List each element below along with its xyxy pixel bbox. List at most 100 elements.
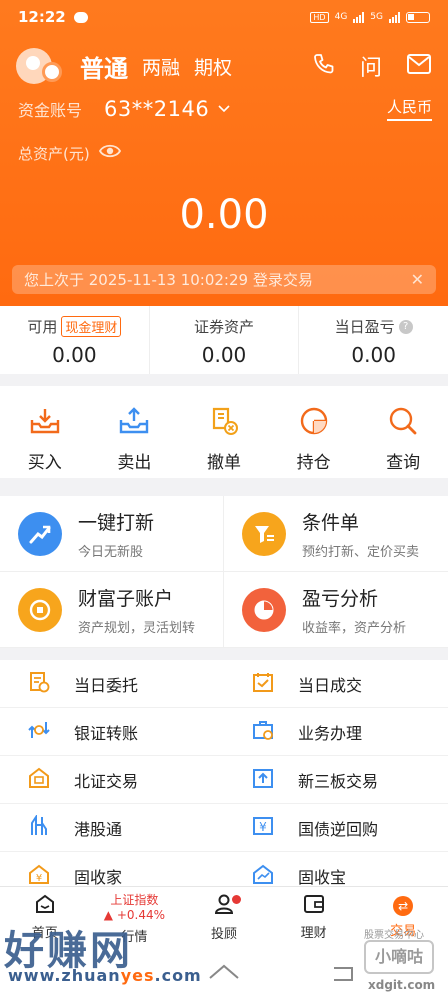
neeq-trade-item[interactable]: 新三板交易 (224, 756, 448, 804)
daily-orders-item[interactable]: 当日委托 (0, 660, 224, 708)
asset-summary: 可用 现金理财 0.00 证券资产 0.00 当日盈亏 ? 0.00 (0, 306, 448, 374)
phone-icon[interactable] (312, 52, 336, 80)
status-time: 12:22 (18, 8, 66, 26)
account-type-options[interactable]: 期权 (194, 53, 232, 80)
wealth-subaccount-title: 财富子账户 (78, 587, 174, 610)
account-header: 12:22 HD 4G 5G 普通 两融 期权 问 资金账号 63**2146 … (0, 0, 448, 306)
business-icon (252, 719, 274, 745)
available-funds[interactable]: 可用 现金理财 0.00 (0, 306, 150, 374)
watermark-url-left: www.zhuanyes.com (8, 966, 202, 985)
close-icon[interactable]: ✕ (411, 270, 424, 289)
account-label: 资金账号 (18, 100, 83, 120)
reverse-repo-item[interactable]: ¥ 国债逆回购 (224, 804, 448, 852)
pl-analysis-subtitle: 收益率，资产分析 (302, 620, 407, 636)
buy-button[interactable]: 买入 (0, 386, 90, 478)
fixed-income-treasure-item[interactable]: 固收宝 (224, 852, 448, 886)
search-icon (387, 406, 419, 440)
eye-icon[interactable] (98, 142, 122, 164)
hk-connect-icon (28, 813, 50, 841)
buy-icon (29, 406, 61, 440)
neeq-trade-icon (252, 767, 274, 793)
daily-pl-label: 当日盈亏 (334, 318, 395, 336)
system-home-icon[interactable] (208, 962, 240, 986)
notification-dot (231, 895, 241, 904)
sell-icon (118, 406, 150, 440)
ipo-title: 一键打新 (78, 511, 155, 534)
account-type-margin[interactable]: 两融 (142, 53, 180, 80)
home-icon (34, 894, 56, 918)
daily-orders-icon (28, 671, 50, 697)
pl-analysis-title: 盈亏分析 (302, 587, 379, 610)
trade-icon: ⇄ (393, 896, 414, 916)
battery-icon (406, 11, 430, 23)
business-item[interactable]: 业务办理 (224, 708, 448, 756)
hk-connect-item[interactable]: 港股通 (0, 804, 224, 852)
last-login-notice: 您上次于 2025-11-13 10:02:29 登录交易 ✕ (12, 265, 436, 294)
watermark-url-right: xdgit.com (368, 978, 436, 992)
daily-deals-icon (252, 671, 274, 697)
securities-value: 0.00 (201, 343, 247, 367)
fixed-income-home-item[interactable]: ¥ 固收家 (0, 852, 224, 886)
wealth-subaccount-subtitle: 资产规划，灵活划转 (78, 620, 196, 636)
daily-profit-loss[interactable]: 当日盈亏 ? 0.00 (299, 306, 448, 374)
position-icon (298, 406, 330, 440)
pl-analysis-card[interactable]: 盈亏分析 收益率，资产分析 (224, 572, 448, 648)
fixed-income-treasure-icon (252, 863, 274, 887)
condition-icon (242, 511, 286, 556)
condition-order-card[interactable]: 条件单 预约打新、定价买卖 (224, 496, 448, 572)
account-type-normal[interactable]: 普通 (80, 49, 128, 84)
ipo-card[interactable]: 一键打新 今日无新股 (0, 496, 224, 572)
query-button[interactable]: 查询 (358, 386, 448, 478)
position-button[interactable]: 持仓 (269, 386, 359, 478)
ask-button[interactable]: 问 (360, 50, 382, 82)
cash-management-tag[interactable]: 现金理财 (61, 316, 122, 337)
condition-order-subtitle: 预约打新、定价买卖 (302, 544, 420, 560)
help-icon[interactable]: ? (398, 319, 413, 334)
message-notification-icon (73, 11, 88, 23)
quick-actions: 买入 卖出 撤单 持仓 查询 (0, 386, 448, 478)
fixed-income-home-icon: ¥ (28, 863, 50, 887)
signal2-icon (389, 11, 400, 23)
hd-badge: HD (310, 11, 329, 23)
nav-advisor[interactable]: 投顾 (179, 887, 269, 948)
cancel-order-icon (208, 406, 240, 440)
status-indicators: HD 4G 5G (310, 11, 430, 23)
bank-transfer-icon (28, 719, 50, 745)
condition-order-title: 条件单 (302, 511, 360, 534)
cancel-order-button[interactable]: 撤单 (179, 386, 269, 478)
wealth-subaccount-card[interactable]: 财富子账户 资产规划，灵活划转 (0, 572, 224, 648)
available-value: 0.00 (52, 343, 97, 367)
daily-pl-value: 0.00 (351, 343, 396, 367)
ipo-icon (18, 511, 62, 556)
mail-icon[interactable] (406, 53, 432, 79)
bse-trade-icon (28, 767, 50, 793)
total-assets-label: 总资产(元) (18, 144, 90, 163)
wallet-icon (303, 894, 325, 918)
securities-assets[interactable]: 证券资产 0.00 (150, 306, 300, 374)
function-list: 当日委托 当日成交 银证转账 业务办理 北证交易 新三板交易 港股通 ¥ 国债逆… (0, 660, 448, 886)
sell-button[interactable]: 卖出 (90, 386, 180, 478)
account-number[interactable]: 63**2146 (104, 97, 209, 121)
securities-label: 证券资产 (194, 318, 255, 336)
total-assets-value: 0.00 (179, 192, 269, 238)
available-label: 可用 (27, 318, 58, 336)
system-back-icon[interactable] (330, 964, 356, 988)
signal-icon (353, 11, 365, 23)
bank-transfer-item[interactable]: 银证转账 (0, 708, 224, 756)
reverse-repo-icon: ¥ (252, 815, 274, 841)
chevron-down-icon[interactable] (217, 99, 231, 118)
nav-finance[interactable]: 理财 (269, 887, 359, 948)
daily-deals-item[interactable]: 当日成交 (224, 660, 448, 708)
pl-analysis-icon (242, 587, 286, 632)
bse-trade-item[interactable]: 北证交易 (0, 756, 224, 804)
watermark-caption-right: 股票交易中心 (364, 930, 424, 941)
wealth-icon (18, 587, 62, 632)
ipo-subtitle: 今日无新股 (78, 544, 144, 560)
index-name: 上证指数 (110, 892, 159, 907)
svg-text:¥: ¥ (36, 873, 42, 884)
avatar[interactable] (16, 46, 64, 86)
status-bar: 12:22 HD 4G 5G (0, 0, 448, 34)
svg-text:¥: ¥ (259, 820, 267, 834)
currency-selector[interactable]: 人民币 (386, 96, 432, 121)
last-login-text: 您上次于 2025-11-13 10:02:29 登录交易 (24, 271, 313, 289)
